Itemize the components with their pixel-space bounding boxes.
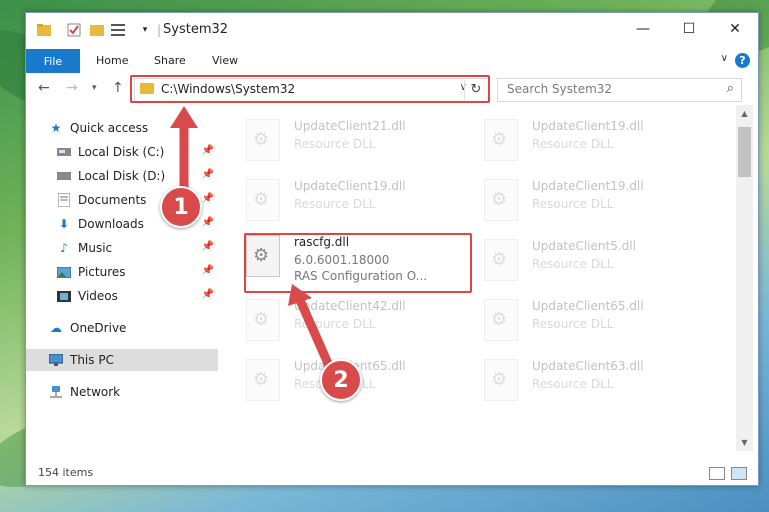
pin-icon: 📌 <box>201 217 214 228</box>
title-bar: ▾ | System32 — ☐ ✕ <box>26 13 758 49</box>
dll-file-icon <box>246 359 280 401</box>
file-item[interactable]: UpdateClient21.dll Resource DLL <box>246 117 466 165</box>
large-icons-view-icon[interactable] <box>731 467 747 480</box>
computer-icon <box>48 352 64 368</box>
drive-icon <box>56 168 72 184</box>
dll-file-icon <box>484 299 518 341</box>
file-item[interactable]: UpdateClient5.dll Resource DLL <box>484 237 704 285</box>
sidebar-item-this-pc[interactable]: This PC <box>26 349 218 371</box>
sidebar-item-local-disk-c[interactable]: Local Disk (C:) 📌 <box>26 141 218 163</box>
dll-file-icon <box>484 179 518 221</box>
details-view-icon[interactable] <box>709 467 725 480</box>
dll-file-icon <box>484 119 518 161</box>
navigation-bar: ← → ▾ ↑ C:\Windows\System32 ∨ ↻ Search S… <box>26 73 758 105</box>
step-badge-1: 1 <box>160 186 202 228</box>
address-highlight <box>130 75 490 103</box>
tab-view[interactable]: View <box>212 54 238 67</box>
download-icon: ⬇ <box>58 217 70 231</box>
cloud-icon: ☁ <box>50 321 62 335</box>
forward-arrow-icon[interactable]: → <box>66 80 78 96</box>
back-arrow-icon[interactable]: ← <box>38 80 50 96</box>
search-placeholder: Search System32 <box>507 82 613 96</box>
tab-file[interactable]: File <box>26 49 80 73</box>
new-folder-icon[interactable] <box>89 22 105 38</box>
tab-share[interactable]: Share <box>154 54 186 67</box>
drive-icon <box>56 144 72 160</box>
customize-toolbar-icon[interactable] <box>110 22 126 38</box>
folder-icon <box>36 22 52 38</box>
sidebar-item-network[interactable]: Network <box>26 381 218 403</box>
dll-file-icon <box>246 179 280 221</box>
sidebar-item-onedrive[interactable]: ☁ OneDrive <box>26 317 218 339</box>
dll-file-icon <box>246 119 280 161</box>
sidebar-item-music[interactable]: ♪ Music 📌 <box>26 237 218 259</box>
videos-icon <box>56 288 72 304</box>
properties-icon[interactable] <box>66 22 82 38</box>
pin-icon: 📌 <box>201 265 214 276</box>
music-icon: ♪ <box>60 241 68 255</box>
help-icon[interactable]: ? <box>735 53 750 68</box>
dll-file-icon <box>246 299 280 341</box>
close-button[interactable]: ✕ <box>712 13 758 45</box>
maximize-button[interactable]: ☐ <box>666 13 712 45</box>
scroll-down-icon[interactable]: ▼ <box>736 434 753 451</box>
search-icon[interactable]: ⌕ <box>727 81 734 96</box>
item-count: 154 items <box>38 466 94 479</box>
pin-icon: 📌 <box>201 241 214 252</box>
pin-icon: 📌 <box>201 193 214 204</box>
sidebar-item-pictures[interactable]: Pictures 📌 <box>26 261 218 283</box>
status-bar: 154 items <box>26 461 758 485</box>
expand-ribbon-icon[interactable]: ∨ <box>721 53 728 64</box>
file-item[interactable]: UpdateClient19.dll Resource DLL <box>246 177 466 225</box>
network-icon <box>48 384 64 400</box>
file-item[interactable]: UpdateClient19.dll Resource DLL <box>484 177 704 225</box>
scroll-up-icon[interactable]: ▲ <box>736 105 753 122</box>
up-arrow-icon[interactable]: ↑ <box>112 80 124 96</box>
file-item[interactable]: UpdateClient19.dll Resource DLL <box>484 117 704 165</box>
tab-home[interactable]: Home <box>96 54 128 67</box>
file-item[interactable]: UpdateClient42.dll Resource DLL <box>246 297 466 345</box>
sidebar-item-videos[interactable]: Videos 📌 <box>26 285 218 307</box>
step-badge-2: 2 <box>320 359 362 401</box>
dll-file-icon <box>484 359 518 401</box>
scrollbar-thumb[interactable] <box>738 127 751 177</box>
window-title: System32 <box>163 22 229 37</box>
sidebar-item-quick-access[interactable]: ★ Quick access <box>26 117 218 139</box>
documents-icon <box>56 192 72 208</box>
file-item[interactable]: UpdateClient63.dll Resource DLL <box>484 357 704 405</box>
file-item[interactable]: UpdateClient65.dll Resource DLL <box>484 297 704 345</box>
pin-icon: 📌 <box>201 169 214 180</box>
vertical-scrollbar[interactable]: ▲ ▼ <box>736 105 753 451</box>
recent-locations-icon[interactable]: ▾ <box>92 83 97 93</box>
minimize-button[interactable]: — <box>620 13 666 45</box>
pin-icon: 📌 <box>201 145 214 156</box>
sidebar-item-local-disk-d[interactable]: Local Disk (D:) 📌 <box>26 165 218 187</box>
ribbon: File Home Share View ∨ ? <box>26 49 758 74</box>
search-input[interactable]: Search System32 ⌕ <box>497 78 742 102</box>
explorer-window: ▾ | System32 — ☐ ✕ File Home Share View … <box>25 12 759 486</box>
star-icon: ★ <box>50 121 62 135</box>
dll-file-icon <box>484 239 518 281</box>
pin-icon: 📌 <box>201 289 214 300</box>
file-list: UpdateClient21.dll Resource DLL UpdateCl… <box>218 105 736 451</box>
file-highlight <box>244 233 472 293</box>
navigation-pane: ★ Quick access Local Disk (C:) 📌 Local D… <box>26 105 218 451</box>
pictures-icon <box>56 264 72 280</box>
